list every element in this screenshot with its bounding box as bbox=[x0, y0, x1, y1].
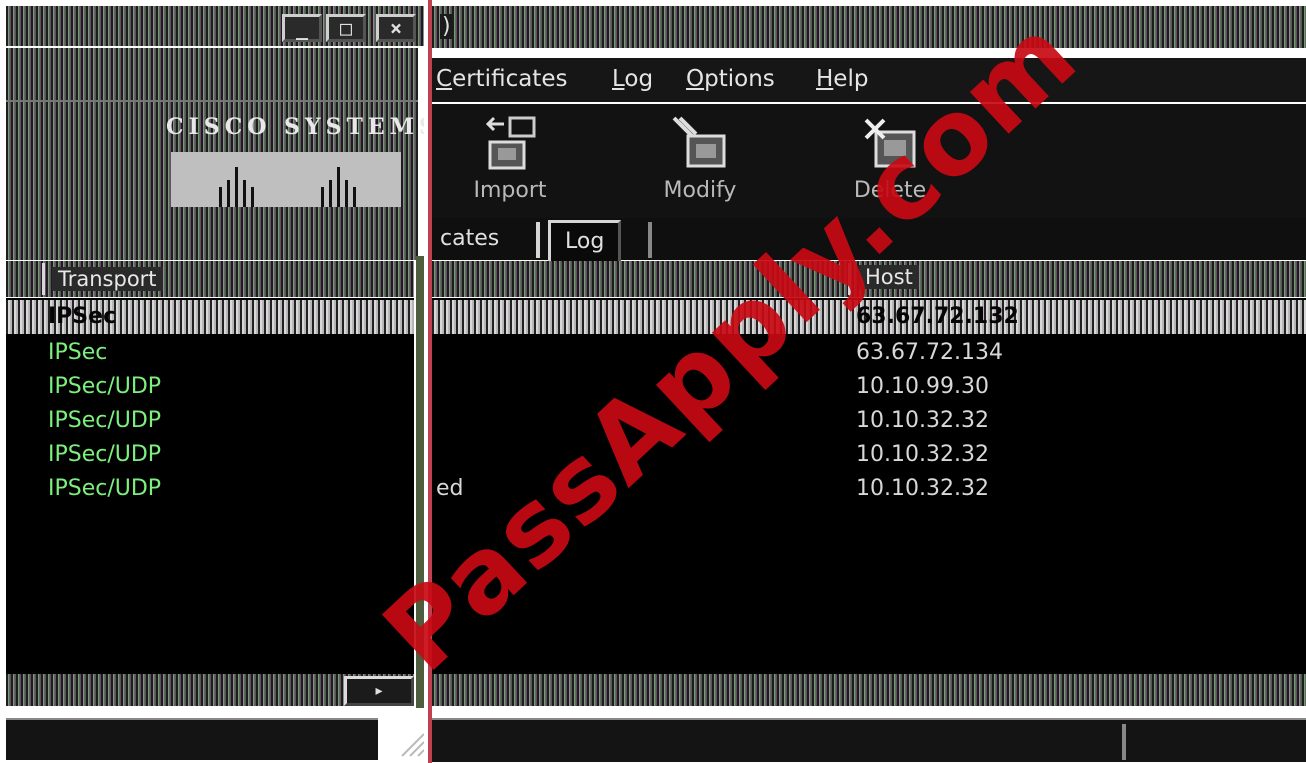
transport-cell[interactable]: IPSec bbox=[48, 336, 107, 370]
connection-list-right: 63.67.72.132 63.67.72.134 10.10.99.30 10… bbox=[432, 298, 1306, 674]
tab-certificates[interactable]: cates bbox=[426, 220, 513, 258]
host-cell[interactable]: 10.10.32.32 bbox=[856, 438, 989, 472]
close-button[interactable]: × bbox=[376, 14, 416, 42]
host-cell[interactable]: 63.67.72.132 bbox=[856, 300, 1019, 334]
menu-certificates[interactable]: Certificates bbox=[436, 66, 567, 92]
resize-grip-icon[interactable] bbox=[392, 724, 426, 758]
scroll-right-button[interactable]: ▸ bbox=[344, 676, 414, 706]
title-text: ) bbox=[440, 14, 453, 39]
horizontal-scrollbar-right[interactable] bbox=[432, 674, 1306, 706]
modify-button[interactable]: Modify bbox=[640, 110, 760, 214]
cisco-bridge-logo-icon bbox=[171, 152, 401, 207]
column-divider bbox=[42, 263, 45, 295]
maximize-icon: □ bbox=[339, 16, 353, 40]
modify-certificate-icon bbox=[672, 116, 726, 168]
status-bar-right bbox=[432, 718, 1306, 762]
menu-separator bbox=[6, 100, 418, 102]
status-bar-left bbox=[6, 718, 378, 760]
import-button[interactable]: Import bbox=[450, 110, 570, 214]
transport-cell[interactable]: IPSec/UDP bbox=[48, 438, 161, 472]
toolbar: Import Modify Delete bbox=[432, 104, 1306, 220]
tab-log[interactable]: Log bbox=[548, 220, 622, 261]
transport-cell[interactable]: IPSec/UDP bbox=[48, 472, 161, 506]
tab-separator bbox=[536, 222, 540, 258]
certificate-manager-window: ) Certificates Log Options Help Import M… bbox=[432, 6, 1306, 762]
menu-certificates-label: ertificates bbox=[452, 66, 568, 92]
left-column-header-row: Transport bbox=[6, 261, 414, 297]
minimize-icon: _ bbox=[295, 16, 309, 40]
logo-panel: CISCO SYSTEMS bbox=[6, 48, 440, 218]
status-cell[interactable]: ed bbox=[436, 472, 464, 506]
menu-mnemonic: L bbox=[612, 66, 625, 92]
menu-log[interactable]: Log bbox=[612, 66, 653, 92]
host-cell[interactable]: 63.67.72.134 bbox=[856, 336, 1003, 370]
maximize-button[interactable]: □ bbox=[326, 14, 366, 42]
left-title-bar[interactable]: _ □ × bbox=[6, 6, 424, 46]
tab-strip: cates Log bbox=[432, 218, 1306, 261]
column-header-host-cell[interactable]: Host bbox=[848, 263, 1306, 295]
menu-options[interactable]: Options bbox=[686, 66, 775, 92]
cisco-logo-text: CISCO SYSTEMS bbox=[166, 114, 440, 140]
import-certificate-icon bbox=[485, 116, 536, 170]
modify-label: Modify bbox=[663, 178, 737, 203]
menu-help-label: elp bbox=[833, 66, 869, 92]
host-cell[interactable]: 10.10.32.32 bbox=[856, 472, 989, 506]
transport-cell[interactable]: IPSec bbox=[48, 300, 116, 334]
right-title-bar[interactable]: ) bbox=[432, 6, 1306, 48]
host-cell[interactable]: 10.10.99.30 bbox=[856, 370, 989, 404]
transport-cell[interactable]: IPSec/UDP bbox=[48, 404, 161, 438]
menu-log-label: og bbox=[624, 66, 654, 92]
transport-cell[interactable]: IPSec/UDP bbox=[48, 370, 161, 404]
delete-certificate-icon bbox=[864, 118, 916, 168]
column-header-transport[interactable]: Transport bbox=[52, 267, 163, 291]
menu-options-label: ptions bbox=[704, 66, 775, 92]
menu-mnemonic: O bbox=[686, 66, 705, 92]
minimize-button[interactable]: _ bbox=[282, 14, 322, 42]
menu-mnemonic: C bbox=[436, 66, 453, 92]
delete-label: Delete bbox=[853, 178, 927, 203]
vpn-client-window-left: _ □ × CISCO SYSTEMS Transport IPSec IPSe… bbox=[6, 6, 440, 760]
arrow-right-icon: ▸ bbox=[375, 683, 383, 699]
menu-help[interactable]: Help bbox=[816, 66, 868, 92]
tab-strip-left bbox=[6, 218, 418, 260]
close-icon: × bbox=[389, 16, 403, 40]
delete-button[interactable]: Delete bbox=[830, 110, 950, 214]
status-divider bbox=[1122, 724, 1126, 760]
menu-mnemonic: H bbox=[816, 66, 834, 92]
menu-bar: Certificates Log Options Help bbox=[432, 58, 1306, 102]
right-column-header-row: Host bbox=[432, 261, 1306, 297]
host-cell[interactable]: 10.10.32.32 bbox=[856, 404, 989, 438]
column-header-host: Host bbox=[859, 265, 919, 289]
tab-separator bbox=[648, 222, 652, 258]
import-label: Import bbox=[473, 178, 547, 203]
connection-list-left: IPSec IPSec IPSec/UDP IPSec/UDP IPSec/UD… bbox=[6, 298, 414, 674]
